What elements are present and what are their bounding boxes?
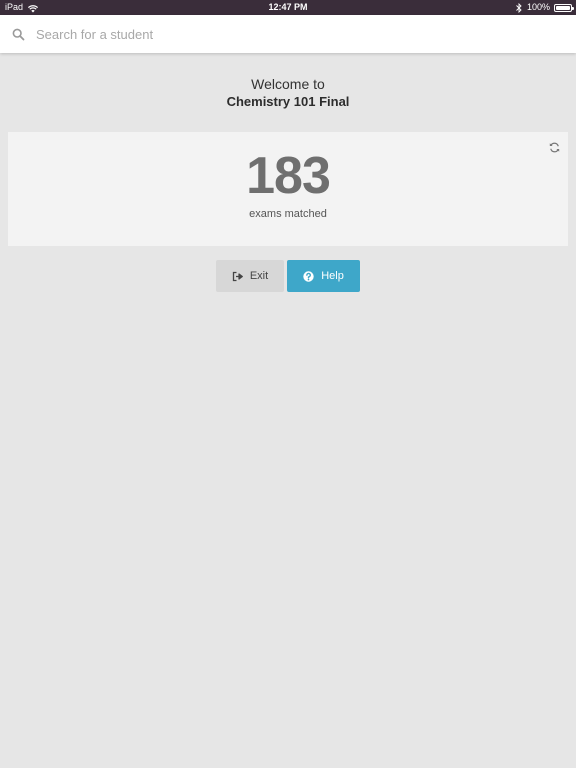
bluetooth-icon <box>516 2 522 13</box>
question-circle-icon <box>303 270 314 282</box>
search-icon <box>12 28 25 41</box>
exit-button-label: Exit <box>249 270 269 282</box>
exams-matched-count: 183 <box>246 147 331 205</box>
exams-matched-label: exams matched <box>249 208 327 220</box>
search-bar <box>0 15 576 53</box>
status-time: 12:47 PM <box>268 2 308 12</box>
sign-out-icon <box>232 271 243 282</box>
battery-icon <box>554 3 574 12</box>
exam-count-card: 183 exams matched <box>8 132 568 246</box>
welcome-header: Welcome to Chemistry 101 Final <box>0 75 576 110</box>
search-input[interactable] <box>36 23 556 45</box>
battery-percent: 100% <box>526 2 550 12</box>
exit-button[interactable]: Exit <box>216 260 284 292</box>
welcome-text: Welcome to <box>251 76 325 92</box>
help-button[interactable]: Help <box>287 260 360 292</box>
status-right: 100% <box>516 0 574 15</box>
exam-title: Chemistry 101 Final <box>226 94 350 109</box>
status-bar: iPad 12:47 PM 100% <box>0 0 576 15</box>
help-button-label: Help <box>321 270 344 282</box>
